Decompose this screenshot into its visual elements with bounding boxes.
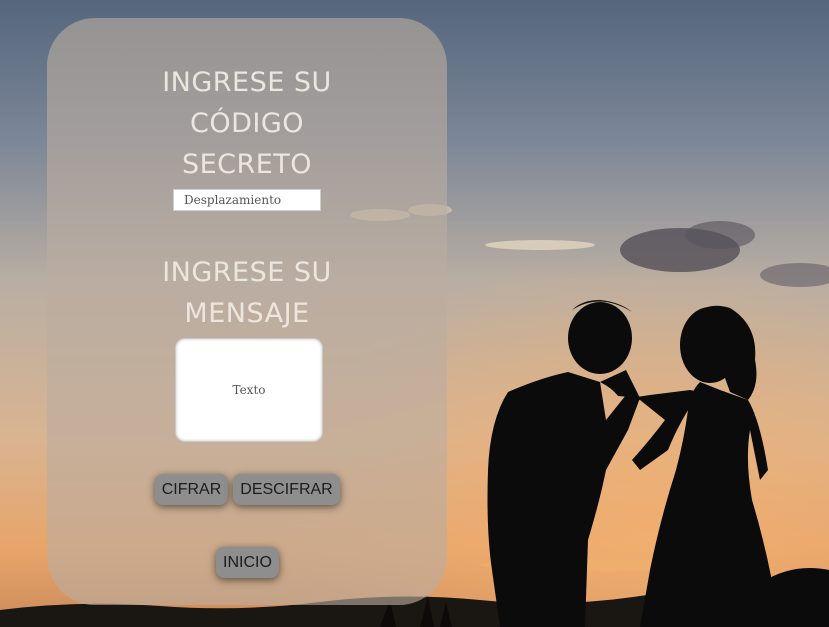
cipher-form-panel: INGRESE SU CÓDIGO SECRETO INGRESE SU MEN… (47, 18, 447, 605)
code-heading-line: SECRETO (181, 149, 313, 180)
encrypt-button[interactable]: CIFRAR (155, 474, 228, 505)
code-heading-line: CÓDIGO (189, 108, 305, 139)
shift-input[interactable] (173, 189, 321, 211)
code-heading: INGRESE SU CÓDIGO SECRETO (47, 62, 447, 185)
decrypt-button[interactable]: DESCIFRAR (233, 474, 340, 505)
home-button[interactable]: INICIO (216, 547, 279, 578)
message-heading-line: INGRESE SU (162, 257, 332, 288)
message-textarea[interactable] (175, 338, 323, 442)
message-heading-line: MENSAJE (184, 298, 310, 329)
code-heading-line: INGRESE SU (162, 67, 332, 98)
message-heading: INGRESE SU MENSAJE (47, 252, 447, 334)
